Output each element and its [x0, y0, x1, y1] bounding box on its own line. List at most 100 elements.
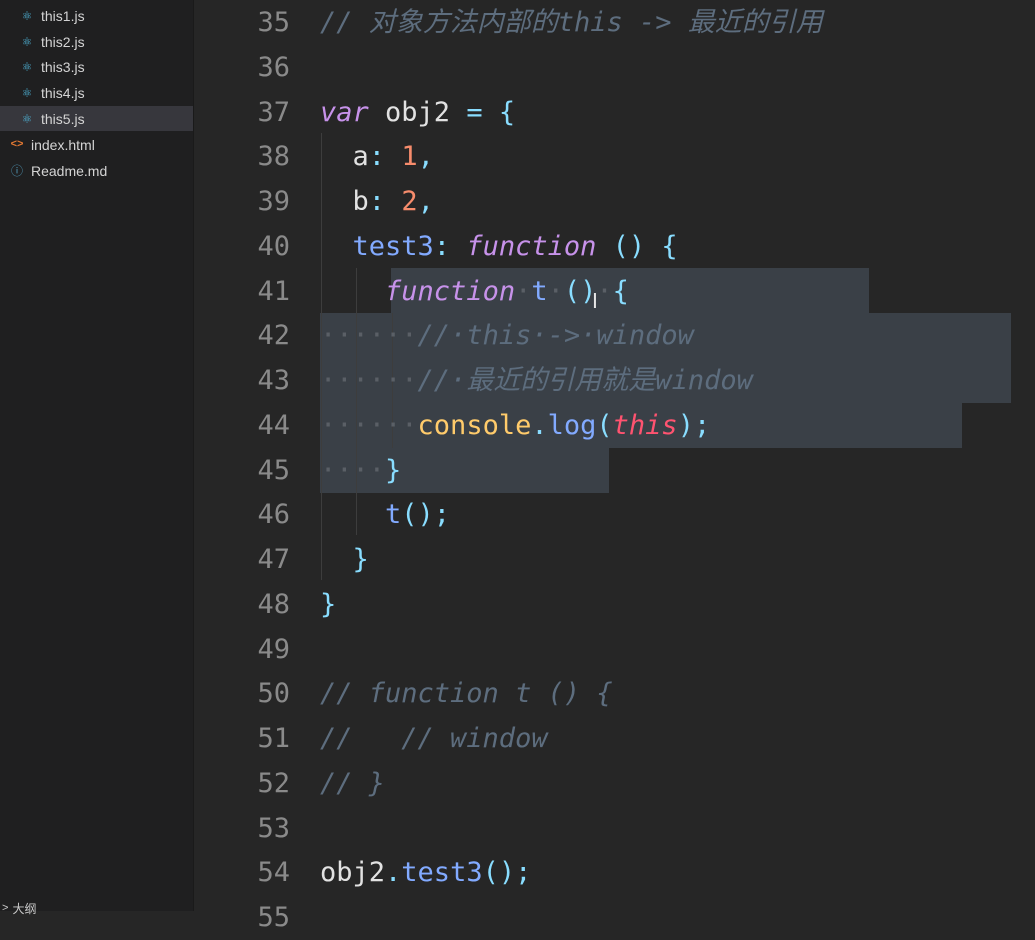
code-line[interactable]: 35 // 对象方法内部的this -> 最近的引用 [194, 0, 1035, 45]
code-line[interactable]: 49 [194, 627, 1035, 672]
line-number: 50 [257, 678, 290, 710]
code-token: · [547, 275, 564, 307]
line-number: 37 [257, 96, 290, 128]
code-token: } [352, 544, 369, 575]
code-line[interactable]: 45 ····} [194, 448, 1035, 493]
code-token: () [612, 230, 646, 262]
code-token: // } [320, 767, 386, 799]
code-text: ······console.log(this); [320, 403, 710, 448]
code-token: // function t () { [320, 678, 613, 710]
text-cursor-icon: I [592, 289, 598, 313]
code-line[interactable]: 55 [194, 895, 1035, 940]
code-token: { [661, 230, 678, 262]
code-line[interactable]: 36 [194, 45, 1035, 90]
react-icon: ⚛ [21, 111, 33, 126]
code-token: ···· [320, 454, 386, 486]
code-text: ······//·this·->·window [320, 313, 694, 358]
code-token: . [385, 857, 402, 889]
code-token: : [433, 230, 451, 262]
line-number: 41 [257, 275, 290, 307]
code-line[interactable]: 40 test3: function () { [194, 224, 1035, 269]
code-token: (); [482, 857, 532, 889]
code-line[interactable]: 47 } [194, 537, 1035, 582]
file-item[interactable]: ⚛ this1.js [0, 3, 193, 28]
file-item[interactable]: ⚛ this4.js [0, 80, 193, 105]
code-token: · [515, 275, 532, 307]
code-token: t [385, 499, 402, 531]
line-number: 35 [257, 7, 290, 38]
file-item[interactable]: ⚛ this5.js [0, 106, 193, 131]
line-number: 39 [257, 186, 290, 217]
code-line[interactable]: 39 b: 2, [194, 179, 1035, 224]
code-text: t(); [320, 492, 450, 537]
file-item[interactable]: ⚛ this3.js [0, 54, 193, 79]
outline-label: 大纲 [12, 901, 37, 916]
code-token: a [320, 141, 369, 173]
code-line[interactable]: 41 function·t·()·{ [194, 269, 1035, 314]
react-icon: ⚛ [21, 8, 33, 23]
code-line[interactable]: 48} [194, 582, 1035, 627]
code-token: test3 [352, 230, 434, 262]
code-token: b [320, 186, 369, 217]
file-item[interactable]: ⓘ Readme.md [0, 158, 193, 183]
line-number: 55 [257, 902, 290, 933]
code-token: console [417, 409, 532, 441]
file-item[interactable]: <> index.html [0, 132, 193, 157]
code-token: ······ [320, 409, 418, 441]
line-number: 48 [257, 588, 290, 620]
code-line[interactable]: 43 ······//·最近的引用就是window [194, 358, 1035, 403]
line-number: 47 [257, 544, 290, 575]
code-token: function [385, 275, 516, 307]
code-line[interactable]: 42 ······//·this·->·window [194, 313, 1035, 358]
code-text: ····} [320, 448, 401, 493]
code-line[interactable]: 38 a: 1, [194, 134, 1035, 179]
code-token: ······ [320, 365, 418, 396]
line-number: 43 [257, 365, 290, 396]
code-line[interactable]: 51 // // window [194, 716, 1035, 761]
code-token: } [385, 454, 402, 486]
code-text: obj2.test3(); [320, 850, 531, 895]
code-text: b: 2, [320, 179, 434, 224]
code-token: (); [401, 499, 451, 531]
code-token: // 对象方法内部的this -> 最近的引用 [320, 7, 823, 38]
code-token: , [417, 141, 434, 173]
file-explorer-sidebar: ⚛ this1.js ⚛ this2.js ⚛ this3.js ⚛ this4.js ⚛ thi… [0, 0, 194, 916]
line-number: 53 [257, 812, 290, 844]
line-number: 51 [257, 723, 290, 754]
code-token: } [320, 588, 337, 620]
code-line[interactable]: 52 // } [194, 761, 1035, 806]
code-token: log [547, 409, 597, 441]
line-number: 45 [257, 454, 290, 486]
code-token: // // window [320, 723, 548, 754]
code-line[interactable]: 37 var obj2 = { [194, 90, 1035, 135]
react-icon: ⚛ [21, 85, 33, 100]
line-number: 36 [257, 51, 290, 83]
code-editor[interactable]: 35 // 对象方法内部的this -> 最近的引用 36 37 var obj2 = … [194, 0, 1035, 933]
code-line[interactable]: 53 [194, 806, 1035, 851]
code-line[interactable]: 54 obj2.test3(); [194, 850, 1035, 895]
code-token: : [368, 186, 386, 217]
code-token: : [368, 141, 386, 173]
react-icon: ⚛ [21, 59, 33, 74]
outline-section-header[interactable]: > 大纲 [0, 899, 193, 917]
code-token: t [531, 275, 548, 307]
code-text: a: 1, [320, 134, 434, 179]
line-number: 40 [257, 230, 290, 262]
react-icon: ⚛ [21, 34, 33, 49]
code-line[interactable]: 44 ······console.log(this); [194, 403, 1035, 448]
code-line[interactable]: 46 t(); [194, 492, 1035, 537]
code-token: obj2 [320, 857, 386, 889]
code-token: 2 [401, 186, 418, 217]
code-token: { [498, 96, 516, 128]
html-icon: <> [10, 138, 24, 150]
file-item[interactable]: ⚛ this2.js [0, 29, 193, 54]
code-token: ); [677, 409, 711, 441]
code-line[interactable]: 50 // function t () { [194, 671, 1035, 716]
